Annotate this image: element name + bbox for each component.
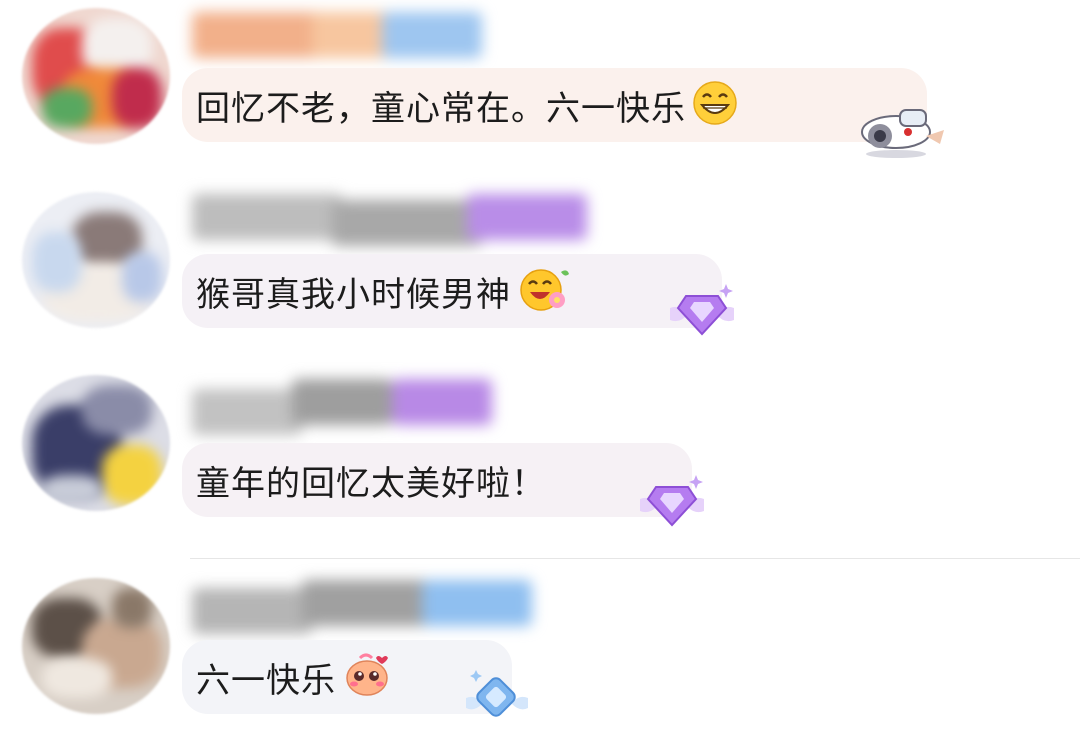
avatar[interactable] bbox=[22, 192, 170, 328]
comment-bubble[interactable]: 童年的回忆太美好啦！ bbox=[182, 443, 692, 517]
cute-blushing-face-icon bbox=[342, 650, 392, 704]
author-name-blurred[interactable] bbox=[192, 194, 592, 246]
comment-text: 六一快乐 bbox=[196, 660, 336, 701]
comment-row-4: 六一快乐 bbox=[0, 568, 1080, 738]
happy-flower-face-icon bbox=[517, 264, 571, 318]
purple-diamond-wings-badge-icon bbox=[664, 278, 740, 346]
avatar[interactable] bbox=[22, 578, 170, 714]
comment-row-1: 回忆不老，童心常在。六一快乐 bbox=[0, 0, 1080, 170]
comment-bubble[interactable]: 回忆不老，童心常在。六一快乐 bbox=[182, 68, 927, 142]
author-name-blurred[interactable] bbox=[192, 12, 482, 58]
divider bbox=[190, 558, 1080, 559]
avatar[interactable] bbox=[22, 8, 170, 144]
comment-row-2: 猴哥真我小时候男神 bbox=[0, 178, 1080, 353]
avatar[interactable] bbox=[22, 375, 170, 511]
airplane-sticker-icon bbox=[856, 92, 948, 166]
purple-diamond-wings-badge-icon bbox=[634, 469, 710, 537]
comment-text: 猴哥真我小时候男神 bbox=[196, 274, 511, 315]
author-name-blurred[interactable] bbox=[192, 580, 532, 634]
comment-text: 回忆不老，童心常在。六一快乐 bbox=[196, 88, 686, 129]
comment-bubble[interactable]: 猴哥真我小时候男神 bbox=[182, 254, 722, 328]
blue-diamond-wings-badge-icon bbox=[462, 664, 532, 734]
author-name-blurred[interactable] bbox=[192, 379, 492, 435]
comment-text: 童年的回忆太美好啦！ bbox=[196, 463, 546, 504]
grinning-face-icon bbox=[692, 80, 738, 130]
comment-row-3: 童年的回忆太美好啦！ bbox=[0, 365, 1080, 545]
